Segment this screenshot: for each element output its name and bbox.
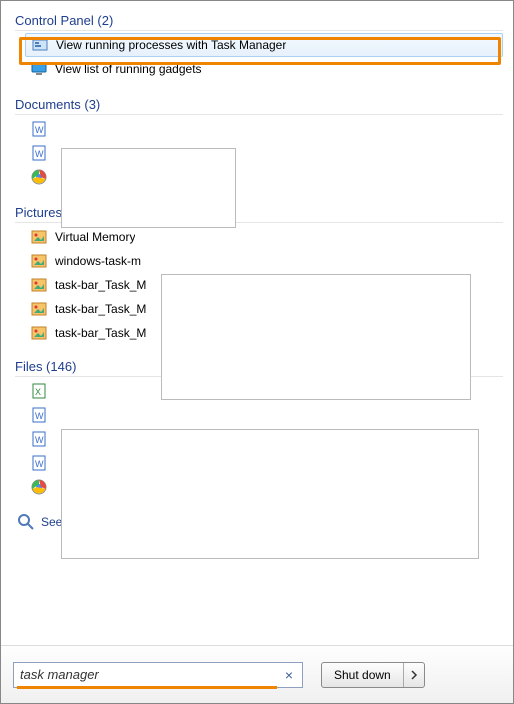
- document-item[interactable]: W: [25, 117, 503, 141]
- word-doc-icon: W: [31, 455, 47, 471]
- file-item[interactable]: W: [25, 403, 503, 427]
- clear-search-icon[interactable]: ×: [281, 667, 297, 683]
- result-label: View list of running gadgets: [55, 62, 202, 76]
- image-icon: [31, 253, 47, 269]
- redaction-box: [61, 429, 479, 559]
- magnifier-icon: [17, 513, 35, 531]
- result-label: Virtual Memory: [55, 230, 135, 244]
- result-label: View running processes with Task Manager: [56, 38, 286, 52]
- svg-text:W: W: [35, 459, 44, 469]
- result-label: task-bar_Task_M: [55, 302, 146, 316]
- chevron-right-icon: [410, 670, 418, 680]
- svg-text:W: W: [35, 435, 44, 445]
- result-label: task-bar_Task_M: [55, 326, 146, 340]
- shutdown-split-button: Shut down: [321, 662, 425, 688]
- result-label: task-bar_Task_M: [55, 278, 146, 292]
- redaction-box: [61, 148, 236, 228]
- chrome-icon: [31, 479, 47, 495]
- monitor-icon: [31, 61, 47, 77]
- search-wrap: ×: [13, 662, 303, 688]
- image-icon: [31, 301, 47, 317]
- svg-text:W: W: [35, 149, 44, 159]
- excel-icon: X: [31, 383, 47, 399]
- result-label: windows-task-m: [55, 254, 141, 268]
- chrome-icon: [31, 169, 47, 185]
- picture-item[interactable]: windows-task-m: [25, 249, 503, 273]
- task-manager-icon: [32, 37, 48, 53]
- image-icon: [31, 277, 47, 293]
- word-doc-icon: W: [31, 121, 47, 137]
- section-header-documents: Documents (3): [15, 93, 503, 115]
- picture-item[interactable]: Virtual Memory: [25, 225, 503, 249]
- redaction-box: [161, 274, 471, 400]
- section-header-control-panel: Control Panel (2): [15, 9, 503, 31]
- bottom-bar: × Shut down: [1, 645, 513, 703]
- word-doc-icon: W: [31, 145, 47, 161]
- annotation-underline: [17, 686, 277, 689]
- image-icon: [31, 325, 47, 341]
- svg-text:W: W: [35, 411, 44, 421]
- search-input[interactable]: [13, 662, 303, 688]
- shutdown-label: Shut down: [334, 668, 391, 682]
- result-gadgets[interactable]: View list of running gadgets: [25, 57, 503, 81]
- result-task-manager[interactable]: View running processes with Task Manager: [25, 33, 503, 57]
- image-icon: [31, 229, 47, 245]
- word-doc-icon: W: [31, 407, 47, 423]
- svg-text:X: X: [35, 387, 41, 397]
- word-doc-icon: W: [31, 431, 47, 447]
- shutdown-button[interactable]: Shut down: [322, 663, 404, 687]
- shutdown-options-button[interactable]: [404, 663, 424, 687]
- svg-text:W: W: [35, 125, 44, 135]
